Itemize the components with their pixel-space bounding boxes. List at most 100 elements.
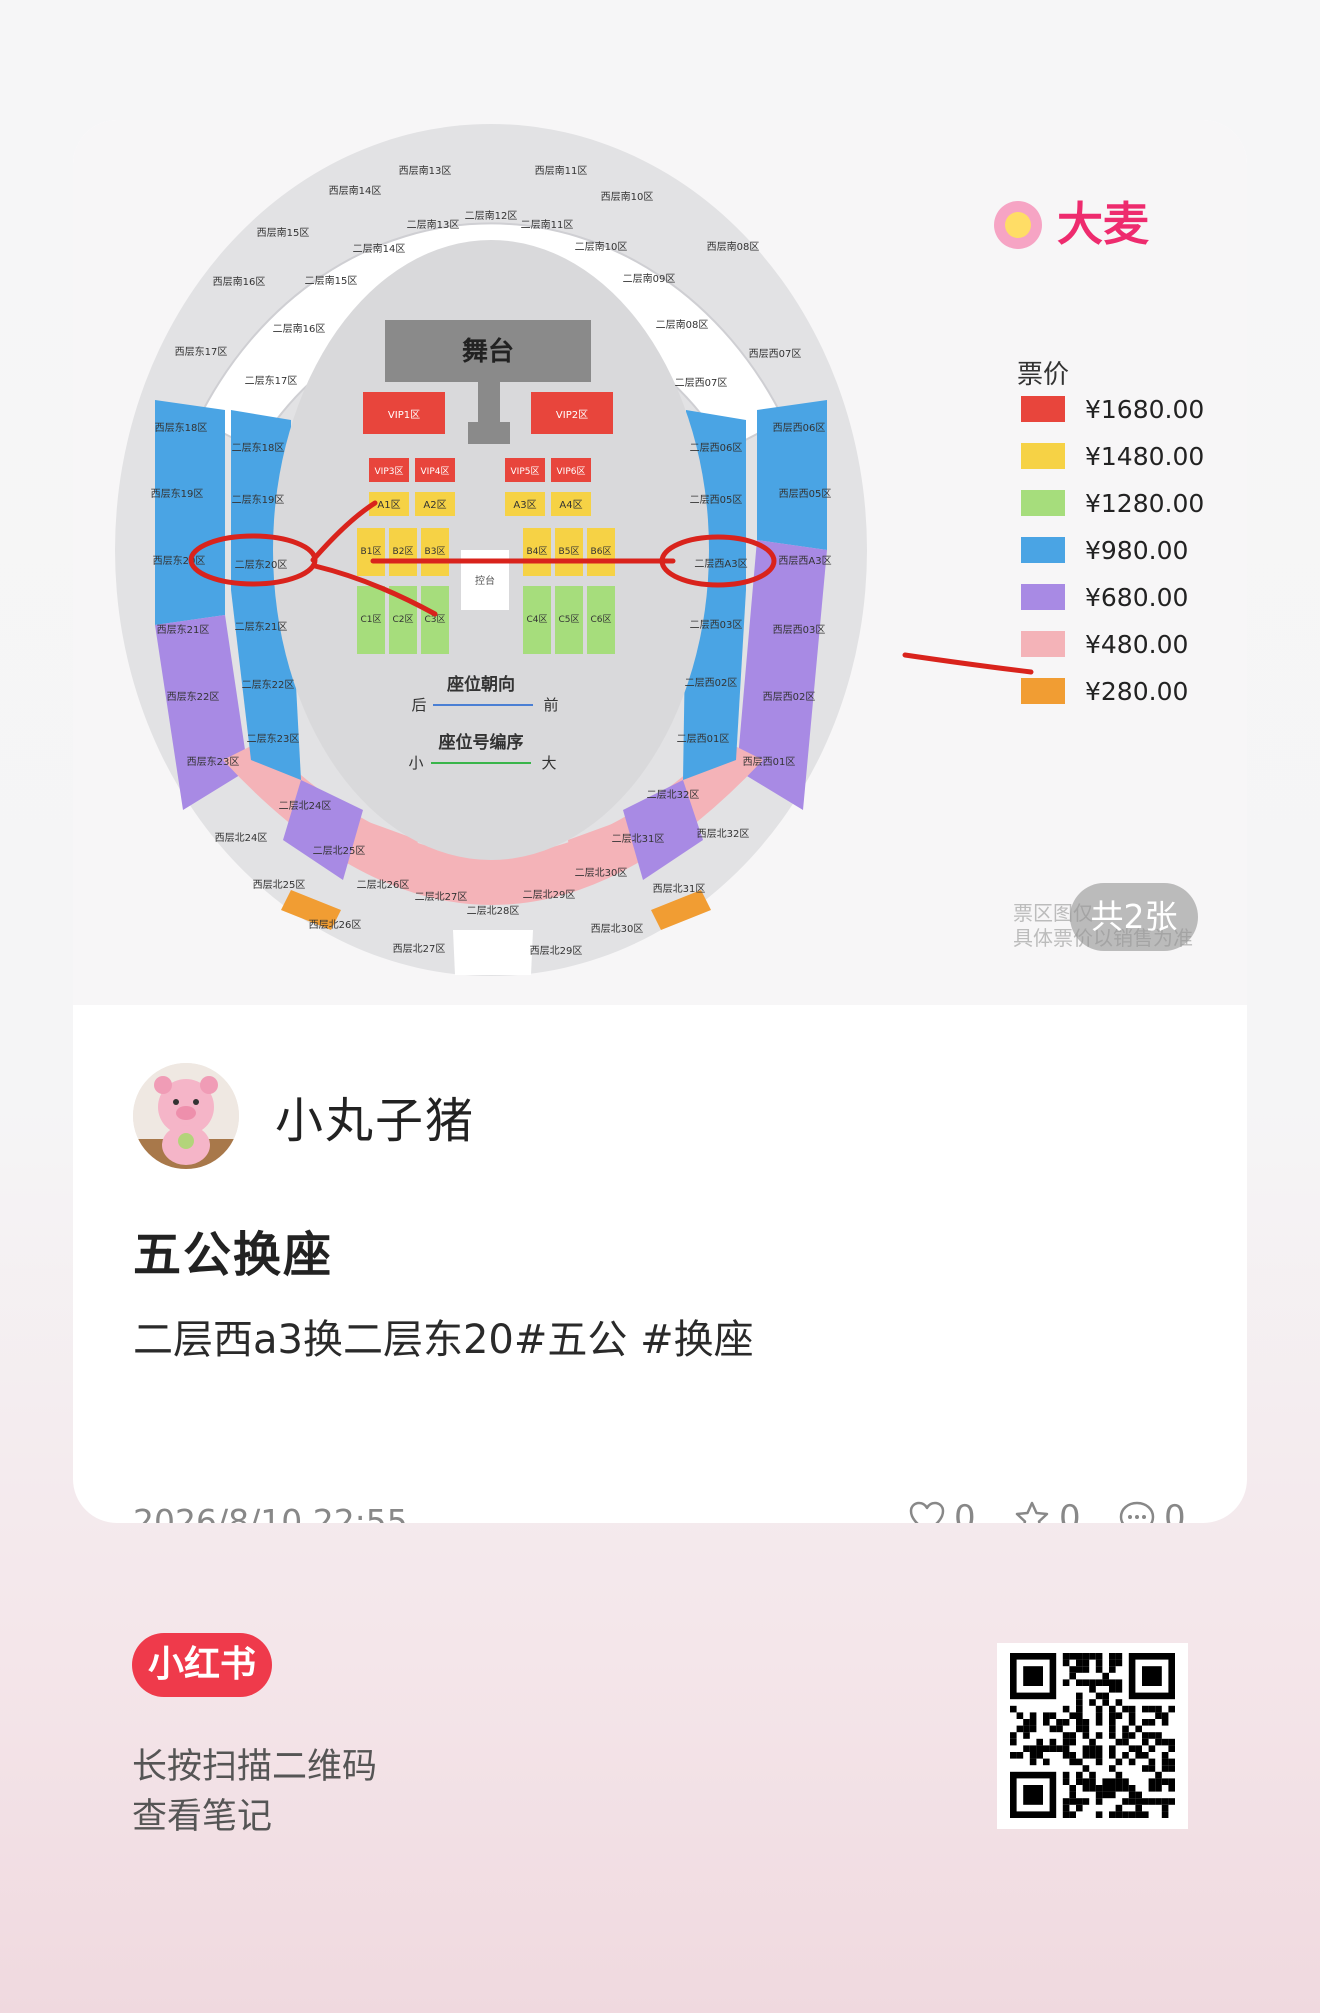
console-label: 控台 bbox=[475, 574, 495, 587]
numbering-small: 小 bbox=[408, 754, 423, 772]
ring-label: 西层东23区 bbox=[187, 755, 240, 768]
ring-label: 二层东20区 bbox=[235, 558, 288, 571]
ring-label: 二层北31区 bbox=[612, 833, 665, 845]
post-body: 二层西a3换二层东20#五公 #换座 bbox=[133, 1317, 754, 1363]
post-image[interactable]: 舞台 VIP1区 VIP2区 VIP3区 VIP4区 VIP5区 VIP6区 A… bbox=[73, 120, 1247, 1005]
ring-label: 二层西07区 bbox=[675, 377, 728, 389]
a3-label: A3区 bbox=[513, 499, 536, 511]
ring-label: 西层南11区 bbox=[535, 164, 588, 177]
ring-label: 西层南08区 bbox=[707, 240, 760, 253]
ring-label: 西层南16区 bbox=[213, 275, 266, 288]
legend-swatch bbox=[1021, 678, 1065, 704]
ring-label: 西层北31区 bbox=[653, 883, 706, 895]
ring-label: 西层北27区 bbox=[393, 943, 446, 955]
ring-label: 西层东17区 bbox=[175, 345, 228, 358]
author-row[interactable]: 小丸子猪 bbox=[133, 1062, 475, 1170]
ring-label: 西层北25区 bbox=[253, 879, 306, 891]
c2-label: C2区 bbox=[392, 614, 413, 625]
a2-label: A2区 bbox=[423, 499, 446, 511]
like-button[interactable]: 0 bbox=[908, 1498, 976, 1523]
ring-label: 西层西05区 bbox=[779, 488, 832, 500]
pig-avatar-icon bbox=[133, 1063, 239, 1169]
footer-scan-hint: 长按扫描二维码 bbox=[132, 1747, 378, 1787]
ring-label: 西层北32区 bbox=[697, 828, 750, 840]
like-count: 0 bbox=[954, 1498, 976, 1523]
ring-label: 西层西02区 bbox=[763, 691, 816, 703]
ring-label: 二层北25区 bbox=[313, 845, 366, 857]
seat-map-image: 舞台 VIP1区 VIP2区 VIP3区 VIP4区 VIP5区 VIP6区 A… bbox=[115, 124, 1204, 976]
c5-label: C5区 bbox=[558, 614, 579, 625]
ring-label: 二层北29区 bbox=[523, 889, 576, 901]
ring-label: 二层北27区 bbox=[415, 891, 468, 903]
vip3-label: VIP3区 bbox=[375, 466, 404, 477]
vip5-label: VIP5区 bbox=[511, 466, 540, 477]
c1-label: C1区 bbox=[360, 614, 381, 625]
ring-label: 二层西05区 bbox=[690, 494, 743, 506]
image-counter-badge[interactable]: 共2张 bbox=[1070, 883, 1198, 951]
ring-label: 西层北24区 bbox=[215, 832, 268, 844]
ring-label: 西层西A3区 bbox=[778, 555, 831, 567]
ring-label: 西层西03区 bbox=[773, 624, 826, 636]
logo-flower-center bbox=[1005, 212, 1031, 238]
ring-label: 二层南09区 bbox=[623, 272, 676, 285]
annotation-dash-right bbox=[902, 652, 1034, 675]
brand-name: 大麦 bbox=[1057, 197, 1149, 251]
author-name[interactable]: 小丸子猪 bbox=[275, 1081, 475, 1151]
post-date: 2026/8/10 22:55 bbox=[133, 1502, 408, 1523]
legend-price: ¥680.00 bbox=[1085, 583, 1188, 612]
ring-label: 二层东22区 bbox=[242, 678, 295, 691]
favorite-button[interactable]: 0 bbox=[1013, 1498, 1081, 1523]
legend-title: 票价 bbox=[1017, 360, 1069, 390]
ring-label: 二层东23区 bbox=[247, 732, 300, 745]
ring-label: 西层南15区 bbox=[257, 226, 310, 239]
numbering-large: 大 bbox=[541, 754, 556, 772]
a4-label: A4区 bbox=[559, 499, 582, 511]
ring-label: 西层北29区 bbox=[530, 945, 583, 957]
qr-code-icon bbox=[997, 1643, 1188, 1829]
post-title: 五公换座 bbox=[133, 1227, 334, 1283]
b2-label: B2区 bbox=[393, 546, 414, 557]
numbering-title: 座位号编序 bbox=[439, 732, 524, 753]
ring-label: 二层东21区 bbox=[235, 620, 288, 633]
b1-label: B1区 bbox=[361, 546, 382, 557]
legend-price: ¥1480.00 bbox=[1085, 442, 1204, 471]
vip4-label: VIP4区 bbox=[421, 466, 450, 477]
vip1-label: VIP1区 bbox=[388, 409, 420, 421]
legend-price: ¥280.00 bbox=[1085, 677, 1188, 706]
ring-label: 二层南11区 bbox=[521, 218, 574, 231]
ring-label: 二层南14区 bbox=[353, 242, 406, 255]
avatar[interactable] bbox=[133, 1063, 239, 1169]
ring-label: 西层东19区 bbox=[151, 487, 204, 500]
vip2-label: VIP2区 bbox=[556, 409, 588, 421]
qr-code[interactable] bbox=[997, 1643, 1188, 1829]
c6-label: C6区 bbox=[590, 614, 611, 625]
ring-label: 二层北28区 bbox=[467, 905, 520, 917]
legend-swatch bbox=[1021, 537, 1065, 563]
ring-label: 西层北26区 bbox=[309, 919, 362, 931]
ring-label: 西层南13区 bbox=[399, 164, 452, 177]
legend-price: ¥480.00 bbox=[1085, 630, 1188, 659]
b6-label: B6区 bbox=[591, 546, 612, 557]
ring-label: 二层北30区 bbox=[575, 867, 628, 879]
orientation-title: 座位朝向 bbox=[447, 674, 515, 695]
ring-label: 二层南08区 bbox=[656, 318, 709, 331]
ring-label: 二层南16区 bbox=[273, 322, 326, 335]
stage-runway-end bbox=[468, 422, 510, 444]
ring-label: 西层西07区 bbox=[749, 348, 802, 360]
ring-label: 西层东21区 bbox=[157, 623, 210, 636]
ring-label: 西层西06区 bbox=[773, 422, 826, 434]
legend-swatch bbox=[1021, 584, 1065, 610]
ring-label: 二层南13区 bbox=[407, 218, 460, 231]
orientation-front: 前 bbox=[543, 696, 558, 714]
comment-button[interactable]: 0 bbox=[1118, 1498, 1186, 1523]
ring-label: 二层西03区 bbox=[690, 619, 743, 631]
legend-price: ¥1280.00 bbox=[1085, 489, 1204, 518]
footer-view-hint: 查看笔记 bbox=[132, 1797, 273, 1837]
ring-label: 二层东19区 bbox=[232, 493, 285, 506]
ring-label: 二层西06区 bbox=[690, 442, 743, 454]
heart-icon bbox=[909, 1501, 945, 1523]
legend-swatch bbox=[1021, 631, 1065, 657]
ring-label: 二层北32区 bbox=[647, 789, 700, 801]
ring-label: 二层南15区 bbox=[305, 274, 358, 287]
orientation-back: 后 bbox=[411, 696, 426, 714]
